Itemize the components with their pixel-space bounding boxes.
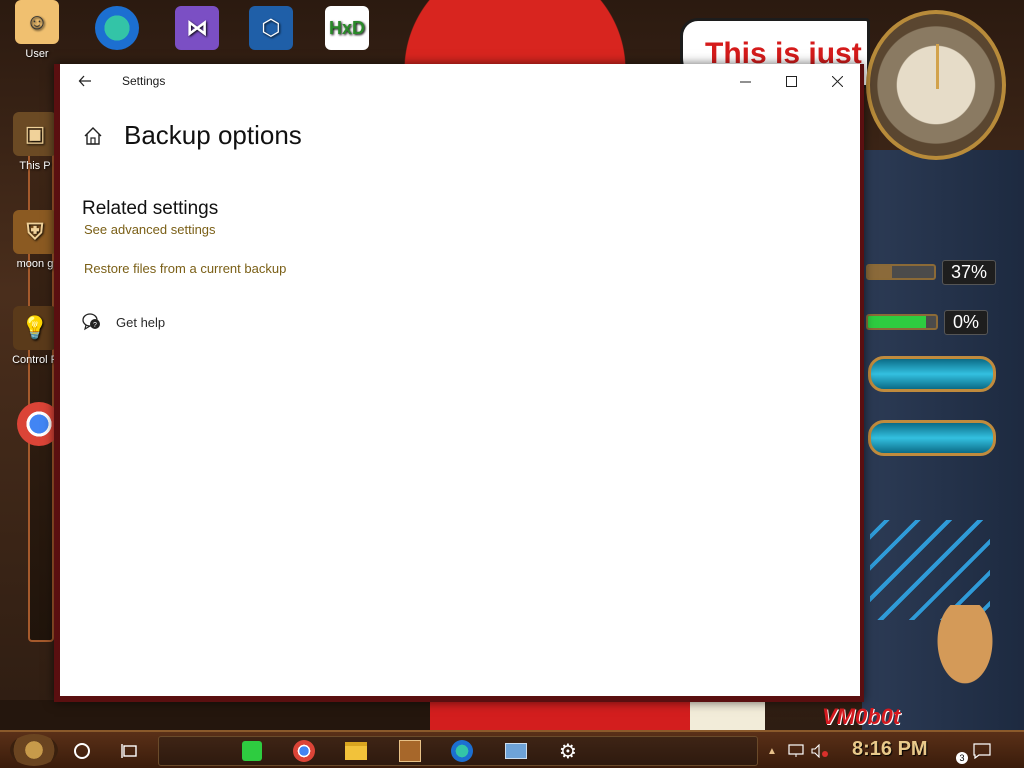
wallpaper-bottom xyxy=(0,700,430,730)
volume-tray-button[interactable] xyxy=(808,735,832,767)
edge-icon xyxy=(95,6,139,50)
taskbar: ⚙ ▲ 8:16 PM 3 xyxy=(0,730,1024,768)
taskbar-notes-app[interactable] xyxy=(236,735,268,767)
back-arrow-icon xyxy=(78,75,91,87)
minimize-button[interactable] xyxy=(722,64,768,98)
visual-studio-icon: ⋈ xyxy=(175,6,219,50)
start-button[interactable] xyxy=(10,734,58,766)
hxd-icon: HxD xyxy=(325,6,369,50)
desktop-icon-user[interactable]: ☺ User xyxy=(2,0,72,60)
volume-muted-icon xyxy=(811,744,828,758)
related-settings-heading: Related settings xyxy=(82,198,219,219)
close-icon xyxy=(831,75,843,87)
shield-icon: ⛨ xyxy=(13,210,57,254)
folder-icon xyxy=(345,742,367,760)
hamster-icon xyxy=(930,605,1000,695)
desktop-icon-edge[interactable] xyxy=(82,6,152,54)
virtualbox-icon: ⬡ xyxy=(249,6,293,50)
settings-window: Settings Backup options Related settings… xyxy=(54,64,864,702)
wallpaper-white-strip xyxy=(690,700,765,730)
desktop-icon-label: moon g xyxy=(16,258,54,270)
page-header: Backup options xyxy=(80,120,302,151)
settings-window-content: Settings Backup options Related settings… xyxy=(60,64,860,696)
task-view-button[interactable] xyxy=(114,735,146,767)
desktop-icon-virtualbox[interactable]: ⬡ xyxy=(236,6,306,54)
memory-gauge: 0% xyxy=(866,308,996,336)
back-button[interactable] xyxy=(70,66,100,96)
vm-label: VM0b0t xyxy=(822,704,901,729)
gauge-value: 0% xyxy=(944,309,989,335)
task-view-icon xyxy=(121,744,137,758)
network-icon xyxy=(788,744,804,757)
network-tray-button[interactable] xyxy=(784,735,808,767)
edge-icon xyxy=(451,740,473,762)
caption-buttons xyxy=(722,64,860,98)
taskbar-edge[interactable] xyxy=(446,735,478,767)
desktop-icon-hxd[interactable]: HxD xyxy=(312,6,382,54)
desktop-icon-label: This P xyxy=(19,160,51,172)
gauge-track xyxy=(866,314,938,330)
maximize-icon xyxy=(785,75,797,87)
minimize-icon xyxy=(739,81,751,82)
desktop-icon-label: Control P xyxy=(12,354,58,366)
svg-text:?: ? xyxy=(93,322,97,329)
gauge-fill xyxy=(868,266,893,278)
user-avatar-icon: ☺ xyxy=(15,0,59,44)
gauge-track xyxy=(866,264,936,280)
steampunk-clock-icon xyxy=(866,10,1006,160)
gauge-value: 37% xyxy=(941,259,996,285)
taskbar-rdp-app[interactable] xyxy=(500,735,532,767)
help-chat-icon: ? xyxy=(82,313,100,331)
get-help-label: Get help xyxy=(116,314,166,330)
action-center-button[interactable]: 3 xyxy=(956,735,998,767)
see-advanced-settings-link[interactable]: See advanced settings xyxy=(84,222,216,237)
notification-badge: 3 xyxy=(956,752,968,764)
window-title: Settings xyxy=(122,74,166,88)
show-hidden-icons-button[interactable]: ▲ xyxy=(762,735,782,767)
chrome-icon xyxy=(293,740,315,762)
game-icon xyxy=(399,740,421,762)
taskbar-settings[interactable]: ⚙ xyxy=(552,735,584,767)
desktop-icon-visual-studio[interactable]: ⋈ xyxy=(162,6,232,54)
notes-icon xyxy=(242,741,262,761)
lightbulb-icon: 💡 xyxy=(13,306,57,350)
computer-icon: ▣ xyxy=(13,112,57,156)
desktop-icon-label: User xyxy=(25,48,49,60)
cortana-button[interactable] xyxy=(66,735,98,767)
get-help-row[interactable]: ? Get help xyxy=(82,312,165,332)
title-bar[interactable]: Settings xyxy=(60,64,860,98)
gauge-fill xyxy=(868,316,926,328)
taskbar-chrome[interactable] xyxy=(288,735,320,767)
taskbar-game-app[interactable] xyxy=(394,735,426,767)
wallpaper-tube xyxy=(868,420,996,456)
wallpaper-tube xyxy=(868,356,996,392)
chevron-up-icon: ▲ xyxy=(767,745,777,757)
gear-icon: ⚙ xyxy=(559,740,577,763)
home-icon[interactable] xyxy=(80,123,106,149)
notification-icon xyxy=(973,743,991,759)
maximize-button[interactable] xyxy=(768,64,814,98)
cpu-gauge: 37% xyxy=(866,258,996,286)
close-button[interactable] xyxy=(814,64,860,98)
cortana-circle-icon xyxy=(74,743,90,759)
taskbar-file-explorer[interactable] xyxy=(340,735,372,767)
taskbar-clock[interactable]: 8:16 PM xyxy=(852,738,928,761)
wallpaper-left-frame xyxy=(28,112,54,642)
restore-files-link[interactable]: Restore files from a current backup xyxy=(84,261,286,276)
page-title: Backup options xyxy=(124,120,302,150)
remote-desktop-icon xyxy=(505,743,527,759)
